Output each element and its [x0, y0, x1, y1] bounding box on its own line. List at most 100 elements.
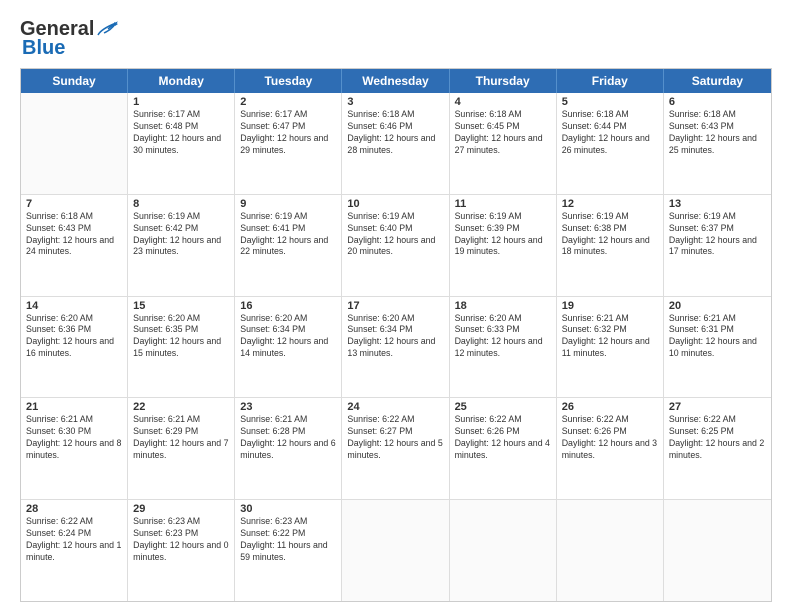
cal-cell-28: 28Sunrise: 6:22 AMSunset: 6:24 PMDayligh…: [21, 500, 128, 601]
cal-header-thursday: Thursday: [450, 69, 557, 93]
page: General Blue SundayMondayTuesdayWednesda…: [0, 0, 792, 612]
day-number: 24: [347, 401, 443, 413]
logo-bird-icon: [96, 21, 118, 39]
cal-header-sunday: Sunday: [21, 69, 128, 93]
cell-info: Sunrise: 6:22 AMSunset: 6:25 PMDaylight:…: [669, 414, 766, 462]
cal-cell-20: 20Sunrise: 6:21 AMSunset: 6:31 PMDayligh…: [664, 297, 771, 398]
day-number: 9: [240, 198, 336, 210]
day-number: 29: [133, 503, 229, 515]
logo: General Blue: [20, 18, 118, 60]
cal-cell-5: 5Sunrise: 6:18 AMSunset: 6:44 PMDaylight…: [557, 93, 664, 194]
cal-row-4: 28Sunrise: 6:22 AMSunset: 6:24 PMDayligh…: [21, 499, 771, 601]
day-number: 7: [26, 198, 122, 210]
cal-cell-25: 25Sunrise: 6:22 AMSunset: 6:26 PMDayligh…: [450, 398, 557, 499]
day-number: 25: [455, 401, 551, 413]
cell-info: Sunrise: 6:21 AMSunset: 6:31 PMDaylight:…: [669, 313, 766, 361]
cell-info: Sunrise: 6:22 AMSunset: 6:26 PMDaylight:…: [562, 414, 658, 462]
day-number: 30: [240, 503, 336, 515]
day-number: 6: [669, 96, 766, 108]
cell-info: Sunrise: 6:19 AMSunset: 6:42 PMDaylight:…: [133, 211, 229, 259]
cell-info: Sunrise: 6:18 AMSunset: 6:44 PMDaylight:…: [562, 109, 658, 157]
cal-cell-27: 27Sunrise: 6:22 AMSunset: 6:25 PMDayligh…: [664, 398, 771, 499]
calendar-body: 1Sunrise: 6:17 AMSunset: 6:48 PMDaylight…: [21, 93, 771, 601]
cal-row-1: 7Sunrise: 6:18 AMSunset: 6:43 PMDaylight…: [21, 194, 771, 296]
cal-cell-13: 13Sunrise: 6:19 AMSunset: 6:37 PMDayligh…: [664, 195, 771, 296]
cal-cell-11: 11Sunrise: 6:19 AMSunset: 6:39 PMDayligh…: [450, 195, 557, 296]
cell-info: Sunrise: 6:22 AMSunset: 6:27 PMDaylight:…: [347, 414, 443, 462]
cell-info: Sunrise: 6:18 AMSunset: 6:43 PMDaylight:…: [26, 211, 122, 259]
day-number: 10: [347, 198, 443, 210]
cal-cell-22: 22Sunrise: 6:21 AMSunset: 6:29 PMDayligh…: [128, 398, 235, 499]
cell-info: Sunrise: 6:21 AMSunset: 6:28 PMDaylight:…: [240, 414, 336, 462]
cal-cell-2: 2Sunrise: 6:17 AMSunset: 6:47 PMDaylight…: [235, 93, 342, 194]
day-number: 21: [26, 401, 122, 413]
cal-row-2: 14Sunrise: 6:20 AMSunset: 6:36 PMDayligh…: [21, 296, 771, 398]
cal-header-monday: Monday: [128, 69, 235, 93]
cell-info: Sunrise: 6:21 AMSunset: 6:29 PMDaylight:…: [133, 414, 229, 462]
day-number: 28: [26, 503, 122, 515]
cell-info: Sunrise: 6:19 AMSunset: 6:38 PMDaylight:…: [562, 211, 658, 259]
day-number: 18: [455, 300, 551, 312]
cal-cell-24: 24Sunrise: 6:22 AMSunset: 6:27 PMDayligh…: [342, 398, 449, 499]
cal-cell-8: 8Sunrise: 6:19 AMSunset: 6:42 PMDaylight…: [128, 195, 235, 296]
cal-cell-16: 16Sunrise: 6:20 AMSunset: 6:34 PMDayligh…: [235, 297, 342, 398]
day-number: 2: [240, 96, 336, 108]
cell-info: Sunrise: 6:18 AMSunset: 6:43 PMDaylight:…: [669, 109, 766, 157]
day-number: 27: [669, 401, 766, 413]
cell-info: Sunrise: 6:18 AMSunset: 6:45 PMDaylight:…: [455, 109, 551, 157]
cal-header-wednesday: Wednesday: [342, 69, 449, 93]
day-number: 4: [455, 96, 551, 108]
cal-cell-7: 7Sunrise: 6:18 AMSunset: 6:43 PMDaylight…: [21, 195, 128, 296]
cal-cell-12: 12Sunrise: 6:19 AMSunset: 6:38 PMDayligh…: [557, 195, 664, 296]
cell-info: Sunrise: 6:20 AMSunset: 6:34 PMDaylight:…: [240, 313, 336, 361]
cal-cell-19: 19Sunrise: 6:21 AMSunset: 6:32 PMDayligh…: [557, 297, 664, 398]
header: General Blue: [20, 18, 772, 60]
cal-row-0: 1Sunrise: 6:17 AMSunset: 6:48 PMDaylight…: [21, 93, 771, 194]
cal-cell-empty-4-3: [342, 500, 449, 601]
day-number: 17: [347, 300, 443, 312]
logo-blue-text: Blue: [22, 37, 65, 60]
day-number: 13: [669, 198, 766, 210]
day-number: 14: [26, 300, 122, 312]
day-number: 1: [133, 96, 229, 108]
day-number: 22: [133, 401, 229, 413]
cal-cell-21: 21Sunrise: 6:21 AMSunset: 6:30 PMDayligh…: [21, 398, 128, 499]
cell-info: Sunrise: 6:19 AMSunset: 6:41 PMDaylight:…: [240, 211, 336, 259]
cal-cell-23: 23Sunrise: 6:21 AMSunset: 6:28 PMDayligh…: [235, 398, 342, 499]
cal-cell-26: 26Sunrise: 6:22 AMSunset: 6:26 PMDayligh…: [557, 398, 664, 499]
calendar-header-row: SundayMondayTuesdayWednesdayThursdayFrid…: [21, 69, 771, 93]
cell-info: Sunrise: 6:19 AMSunset: 6:40 PMDaylight:…: [347, 211, 443, 259]
cell-info: Sunrise: 6:22 AMSunset: 6:24 PMDaylight:…: [26, 516, 122, 564]
day-number: 20: [669, 300, 766, 312]
day-number: 12: [562, 198, 658, 210]
cal-cell-empty-4-4: [450, 500, 557, 601]
cell-info: Sunrise: 6:21 AMSunset: 6:32 PMDaylight:…: [562, 313, 658, 361]
day-number: 15: [133, 300, 229, 312]
cal-cell-10: 10Sunrise: 6:19 AMSunset: 6:40 PMDayligh…: [342, 195, 449, 296]
cal-cell-empty-4-6: [664, 500, 771, 601]
cal-cell-14: 14Sunrise: 6:20 AMSunset: 6:36 PMDayligh…: [21, 297, 128, 398]
cal-cell-3: 3Sunrise: 6:18 AMSunset: 6:46 PMDaylight…: [342, 93, 449, 194]
cal-header-friday: Friday: [557, 69, 664, 93]
cell-info: Sunrise: 6:23 AMSunset: 6:23 PMDaylight:…: [133, 516, 229, 564]
cal-cell-empty-0-0: [21, 93, 128, 194]
cal-row-3: 21Sunrise: 6:21 AMSunset: 6:30 PMDayligh…: [21, 397, 771, 499]
cal-header-saturday: Saturday: [664, 69, 771, 93]
cal-cell-17: 17Sunrise: 6:20 AMSunset: 6:34 PMDayligh…: [342, 297, 449, 398]
cal-cell-1: 1Sunrise: 6:17 AMSunset: 6:48 PMDaylight…: [128, 93, 235, 194]
cell-info: Sunrise: 6:22 AMSunset: 6:26 PMDaylight:…: [455, 414, 551, 462]
calendar: SundayMondayTuesdayWednesdayThursdayFrid…: [20, 68, 772, 602]
cal-cell-empty-4-5: [557, 500, 664, 601]
day-number: 26: [562, 401, 658, 413]
day-number: 23: [240, 401, 336, 413]
day-number: 11: [455, 198, 551, 210]
cal-cell-6: 6Sunrise: 6:18 AMSunset: 6:43 PMDaylight…: [664, 93, 771, 194]
day-number: 19: [562, 300, 658, 312]
cell-info: Sunrise: 6:20 AMSunset: 6:35 PMDaylight:…: [133, 313, 229, 361]
cal-cell-15: 15Sunrise: 6:20 AMSunset: 6:35 PMDayligh…: [128, 297, 235, 398]
cell-info: Sunrise: 6:23 AMSunset: 6:22 PMDaylight:…: [240, 516, 336, 564]
cal-cell-9: 9Sunrise: 6:19 AMSunset: 6:41 PMDaylight…: [235, 195, 342, 296]
cell-info: Sunrise: 6:17 AMSunset: 6:47 PMDaylight:…: [240, 109, 336, 157]
day-number: 5: [562, 96, 658, 108]
cal-cell-29: 29Sunrise: 6:23 AMSunset: 6:23 PMDayligh…: [128, 500, 235, 601]
